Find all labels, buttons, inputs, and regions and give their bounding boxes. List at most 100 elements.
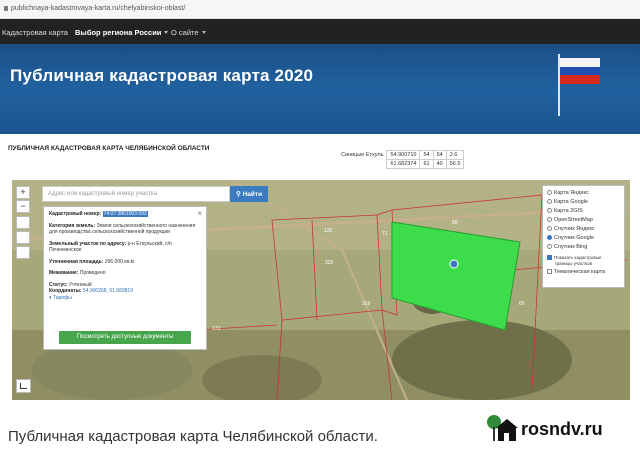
checkbox-checked-icon (547, 255, 552, 260)
print-icon[interactable] (16, 246, 30, 259)
table-cell: 61 (419, 159, 434, 169)
info-value: Учтенный (68, 281, 92, 288)
layer-label: Карта Яндекс (554, 190, 589, 196)
table-row: Синицын Етхуль 54.900710 54 54 2.6 (338, 150, 465, 160)
russian-flag-icon (560, 58, 600, 84)
plot-label: 320 (325, 260, 334, 266)
layer-label: Карта 2GIS (554, 208, 583, 214)
nav-region-label: Выбор региона России (75, 28, 162, 37)
map-marker-icon[interactable] (449, 259, 459, 269)
top-navbar: Кадастровая карта Выбор региона России О… (0, 19, 640, 44)
zoom-controls: + − (16, 186, 30, 214)
boundaries-checkbox[interactable]: Показать кадастровые границы участков (547, 255, 620, 266)
search-input[interactable]: Адрес или кадастровый номер участка (42, 186, 230, 202)
table-cell: 61.682374 (386, 159, 421, 169)
info-value: Проведено (79, 270, 106, 276)
checkbox-icon (547, 269, 552, 274)
radio-icon (547, 244, 552, 249)
radio-icon (547, 199, 552, 204)
info-value: для производства сельскохозяйственной пр… (49, 229, 170, 235)
plot-label: 319 (362, 301, 371, 307)
layer-switcher: Карта Яндекс Карта Google Карта 2GIS Ope… (542, 185, 625, 288)
plot-label: 88 (452, 220, 458, 226)
radio-icon (547, 208, 552, 213)
layer-label: Спутник Google (554, 235, 594, 241)
plot-label: 66 (519, 301, 525, 307)
fullscreen-button[interactable] (16, 379, 31, 393)
nav-brand[interactable]: Кадастровая карта (2, 28, 68, 37)
chevron-down-icon (201, 31, 206, 34)
layer-option[interactable]: Карта 2GIS (547, 207, 620, 216)
cadastral-number-value[interactable]: 74:07:3801003:593 (102, 211, 148, 217)
table-cell (338, 160, 387, 169)
view-documents-button[interactable]: Посмотреть доступные документы (59, 331, 191, 344)
nav-region-menu[interactable]: Выбор региона России (75, 28, 169, 37)
table-cell: 40 (432, 159, 447, 169)
plot-label: 120 (324, 228, 333, 234)
cadastral-map[interactable]: 120 320 71 319 88 173 66 + − Адрес или к… (12, 180, 630, 400)
more-row: ▾ Тарифы (49, 295, 201, 302)
search-icon: ⚲ (236, 191, 243, 198)
layer-option[interactable]: Карта Яндекс (547, 189, 620, 198)
close-icon[interactable]: × (197, 209, 202, 218)
plot-label: 173 (212, 326, 221, 332)
checkbox-label: Тематическая карта (554, 269, 606, 275)
search-button[interactable]: ⚲ Найти (230, 186, 268, 202)
layer-option[interactable]: Спутник Яндекс (547, 225, 620, 234)
more-link[interactable]: ▾ Тарифы (49, 295, 72, 301)
table-cell: 54.900710 (386, 150, 421, 160)
layer-option-selected[interactable]: Спутник Google (547, 234, 620, 243)
table-cell: 56.5 (445, 159, 465, 169)
page-caption: Публичная кадастровая карта Челябинской … (8, 428, 378, 445)
expand-icon[interactable] (16, 216, 30, 229)
info-value: Земли сельскохозяйственного назначения (96, 222, 196, 229)
zoom-in-button[interactable]: + (16, 186, 30, 199)
layers-toggle-icon[interactable] (16, 231, 30, 244)
banner-title: Публичная кадастровая карта 2020 (10, 66, 314, 85)
browser-address-bar[interactable]: publichnaya-kadastrovaya-karta.ru/chelya… (0, 0, 640, 19)
info-label: Межевание: (49, 270, 79, 276)
house-tree-logo-icon (487, 415, 518, 441)
radio-icon (547, 217, 552, 222)
table-row: 61.682374 61 40 56.5 (338, 159, 465, 169)
logo-text: rosndv.ru (521, 419, 603, 439)
checkbox-label: Показать кадастровые границы участков (554, 255, 602, 266)
info-label: Координаты: (49, 288, 82, 294)
parcel-info-popup: × Кадастровый номер: 74:07:3801003:593 К… (43, 206, 207, 350)
chevron-down-icon (164, 31, 169, 34)
cadastral-number-row: Кадастровый номер: 74:07:3801003:593 (49, 211, 201, 218)
category-row: Категория земель: Земли сельскохозяйстве… (49, 223, 201, 236)
info-label: Категория земель: (49, 222, 96, 229)
layer-option[interactable]: Карта Google (547, 198, 620, 207)
survey-row: Межевание: Проведено (49, 270, 201, 277)
layer-label: Спутник Яндекс (554, 226, 595, 232)
fullscreen-icon (20, 383, 27, 389)
info-label: Земельный участок по адресу: (49, 240, 127, 247)
table-cell: 54 (419, 150, 434, 160)
search-button-label: Найти (242, 191, 263, 198)
thematic-checkbox[interactable]: Тематическая карта (547, 268, 620, 277)
site-logo: rosndv.ru (484, 413, 634, 443)
plot-label: 71 (382, 231, 388, 237)
info-label: Статус: (49, 281, 68, 288)
layer-label: OpenStreetMap (554, 217, 593, 223)
info-label: Кадастровый номер: (49, 211, 102, 217)
info-label: Уточненная площадь: (49, 258, 104, 265)
coords-table: Синицын Етхуль 54.900710 54 54 2.6 61.68… (338, 150, 465, 169)
layer-option[interactable]: OpenStreetMap (547, 216, 620, 225)
radio-checked-icon (547, 235, 552, 240)
layer-label: Спутник Bing (554, 244, 588, 250)
layer-label: Карта Google (554, 199, 588, 205)
zoom-out-button[interactable]: − (16, 200, 30, 213)
address-row: Земельный участок по адресу: р-н Еткульс… (49, 241, 201, 254)
layer-option[interactable]: Спутник Bing (547, 243, 620, 252)
page-subtitle: ПУБЛИЧНАЯ КАДАСТРОВАЯ КАРТА ЧЕЛЯБИНСКОЙ … (8, 145, 210, 152)
coordinates-link[interactable]: 54.900268, 61.683819 (83, 288, 133, 294)
area-row: Уточненная площадь: 296 000 кв.м (49, 259, 201, 266)
radio-icon (547, 226, 552, 231)
nav-about-menu[interactable]: О сайте (171, 28, 206, 37)
nav-about-label: О сайте (171, 28, 199, 37)
radio-icon (547, 190, 552, 195)
info-value: 296 000 кв.м (104, 258, 134, 265)
table-cell: 2.6 (445, 150, 465, 160)
